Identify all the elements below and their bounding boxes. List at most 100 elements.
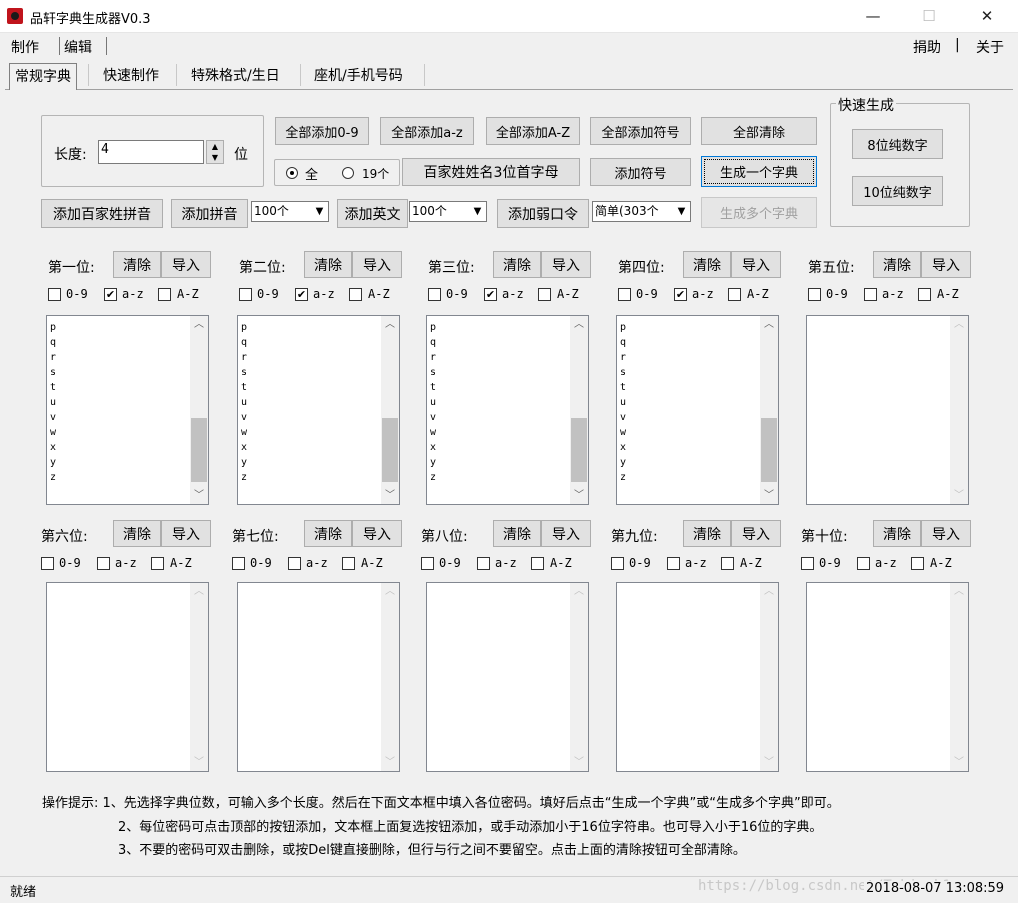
add-surname-pinyin-button[interactable]: 添加百家姓拼音 — [41, 199, 163, 228]
list-scrollbar[interactable]: ︿ ﹀ — [950, 583, 968, 771]
add-weak-password-button[interactable]: 添加弱口令 — [497, 199, 589, 228]
list-scrollbar[interactable]: ︿ ﹀ — [190, 316, 208, 504]
list-item[interactable]: w — [241, 425, 247, 440]
digits-checkbox[interactable] — [428, 288, 441, 301]
add-symbols-button[interactable]: 添加符号 — [590, 158, 691, 186]
scroll-thumb[interactable] — [761, 418, 777, 482]
scroll-thumb[interactable] — [191, 418, 207, 482]
scroll-down-icon[interactable]: ﹀ — [760, 754, 778, 771]
position-password-list[interactable]: p q r s t u v w x y z ︿ ﹀ — [616, 315, 779, 505]
lowercase-checkbox[interactable]: ✔ — [295, 288, 308, 301]
lowercase-checkbox[interactable] — [857, 557, 870, 570]
digits-checkbox[interactable] — [611, 557, 624, 570]
length-input[interactable]: 4 — [98, 140, 204, 164]
list-item[interactable]: u — [430, 395, 436, 410]
add-pinyin-button[interactable]: 添加拼音 — [171, 199, 248, 228]
list-item[interactable]: y — [50, 455, 56, 470]
list-scrollbar[interactable]: ︿ ﹀ — [381, 316, 399, 504]
list-scrollbar[interactable]: ︿ ﹀ — [570, 316, 588, 504]
weak-password-level-select[interactable]: 简单(303个 ▼ — [592, 201, 691, 222]
clear-all-button[interactable]: 全部清除 — [701, 117, 817, 145]
position-password-list[interactable]: ︿ ﹀ — [46, 582, 209, 772]
list-item[interactable]: z — [241, 470, 247, 485]
list-item[interactable]: p — [430, 320, 436, 335]
uppercase-checkbox[interactable] — [721, 557, 734, 570]
scroll-down-icon[interactable]: ﹀ — [950, 754, 968, 771]
list-item[interactable]: v — [50, 410, 56, 425]
uppercase-checkbox[interactable] — [911, 557, 924, 570]
list-item[interactable]: q — [620, 335, 626, 350]
radio-all[interactable] — [286, 167, 298, 179]
lowercase-checkbox[interactable] — [864, 288, 877, 301]
list-scrollbar[interactable]: ︿ ﹀ — [381, 583, 399, 771]
scroll-up-icon[interactable]: ︿ — [381, 316, 399, 333]
generate-many-dictionaries-button[interactable]: 生成多个字典 — [701, 197, 817, 228]
list-item[interactable]: t — [430, 380, 436, 395]
radio-19[interactable] — [342, 167, 354, 179]
scroll-down-icon[interactable]: ﹀ — [190, 754, 208, 771]
add-all-digits-button[interactable]: 全部添加0-9 — [275, 117, 369, 145]
list-item[interactable]: y — [430, 455, 436, 470]
scroll-down-icon[interactable]: ﹀ — [570, 487, 588, 504]
uppercase-checkbox[interactable] — [918, 288, 931, 301]
dropdown-arrow-icon[interactable]: ▼ — [469, 202, 486, 221]
scroll-down-icon[interactable]: ﹀ — [760, 487, 778, 504]
lowercase-checkbox[interactable]: ✔ — [484, 288, 497, 301]
position-clear-button[interactable]: 清除 — [683, 251, 731, 278]
digits-checkbox[interactable] — [808, 288, 821, 301]
digits-checkbox[interactable] — [232, 557, 245, 570]
uppercase-checkbox[interactable] — [531, 557, 544, 570]
scroll-down-icon[interactable]: ﹀ — [190, 487, 208, 504]
list-item[interactable]: p — [620, 320, 626, 335]
digits-checkbox[interactable] — [618, 288, 631, 301]
list-item[interactable]: y — [620, 455, 626, 470]
scroll-up-icon[interactable]: ︿ — [760, 583, 778, 600]
list-item[interactable]: r — [50, 350, 56, 365]
scroll-up-icon[interactable]: ︿ — [950, 583, 968, 600]
lowercase-checkbox[interactable]: ✔ — [674, 288, 687, 301]
position-clear-button[interactable]: 清除 — [113, 251, 161, 278]
uppercase-checkbox[interactable] — [158, 288, 171, 301]
scroll-thumb[interactable] — [382, 418, 398, 482]
list-item[interactable]: t — [620, 380, 626, 395]
tab-quick-make[interactable]: 快速制作 — [98, 63, 164, 89]
list-item[interactable]: p — [50, 320, 56, 335]
list-scrollbar[interactable]: ︿ ﹀ — [760, 583, 778, 771]
menu-make[interactable]: 制作 — [11, 37, 39, 57]
scroll-up-icon[interactable]: ︿ — [760, 316, 778, 333]
position-password-list[interactable]: ︿ ﹀ — [806, 315, 969, 505]
digits-checkbox[interactable] — [801, 557, 814, 570]
list-item[interactable]: x — [241, 440, 247, 455]
list-item[interactable]: s — [620, 365, 626, 380]
list-item[interactable]: q — [430, 335, 436, 350]
generate-one-dictionary-button[interactable]: 生成一个字典 — [701, 156, 817, 187]
add-all-symbols-button[interactable]: 全部添加符号 — [590, 117, 691, 145]
add-english-button[interactable]: 添加英文 — [337, 199, 408, 228]
position-import-button[interactable]: 导入 — [161, 520, 211, 547]
list-scrollbar[interactable]: ︿ ﹀ — [950, 316, 968, 504]
digits-checkbox[interactable] — [421, 557, 434, 570]
position-clear-button[interactable]: 清除 — [493, 251, 541, 278]
position-import-button[interactable]: 导入 — [161, 251, 211, 278]
dropdown-arrow-icon[interactable]: ▼ — [673, 202, 690, 221]
ten-digit-numeric-button[interactable]: 10位纯数字 — [852, 176, 943, 206]
list-scrollbar[interactable]: ︿ ﹀ — [190, 583, 208, 771]
position-password-list[interactable]: ︿ ﹀ — [426, 582, 589, 772]
list-item[interactable]: z — [50, 470, 56, 485]
position-clear-button[interactable]: 清除 — [113, 520, 161, 547]
list-item[interactable]: x — [430, 440, 436, 455]
list-item[interactable]: v — [620, 410, 626, 425]
uppercase-checkbox[interactable] — [151, 557, 164, 570]
uppercase-checkbox[interactable] — [342, 557, 355, 570]
scroll-down-icon[interactable]: ﹀ — [570, 754, 588, 771]
position-password-list[interactable]: ︿ ﹀ — [806, 582, 969, 772]
dropdown-arrow-icon[interactable]: ▼ — [311, 202, 328, 221]
position-import-button[interactable]: 导入 — [352, 251, 402, 278]
list-item[interactable]: w — [50, 425, 56, 440]
position-clear-button[interactable]: 清除 — [304, 520, 352, 547]
list-item[interactable]: p — [241, 320, 247, 335]
scroll-up-icon[interactable]: ︿ — [950, 316, 968, 333]
list-item[interactable]: t — [241, 380, 247, 395]
scroll-thumb[interactable] — [571, 418, 587, 482]
list-item[interactable]: x — [620, 440, 626, 455]
